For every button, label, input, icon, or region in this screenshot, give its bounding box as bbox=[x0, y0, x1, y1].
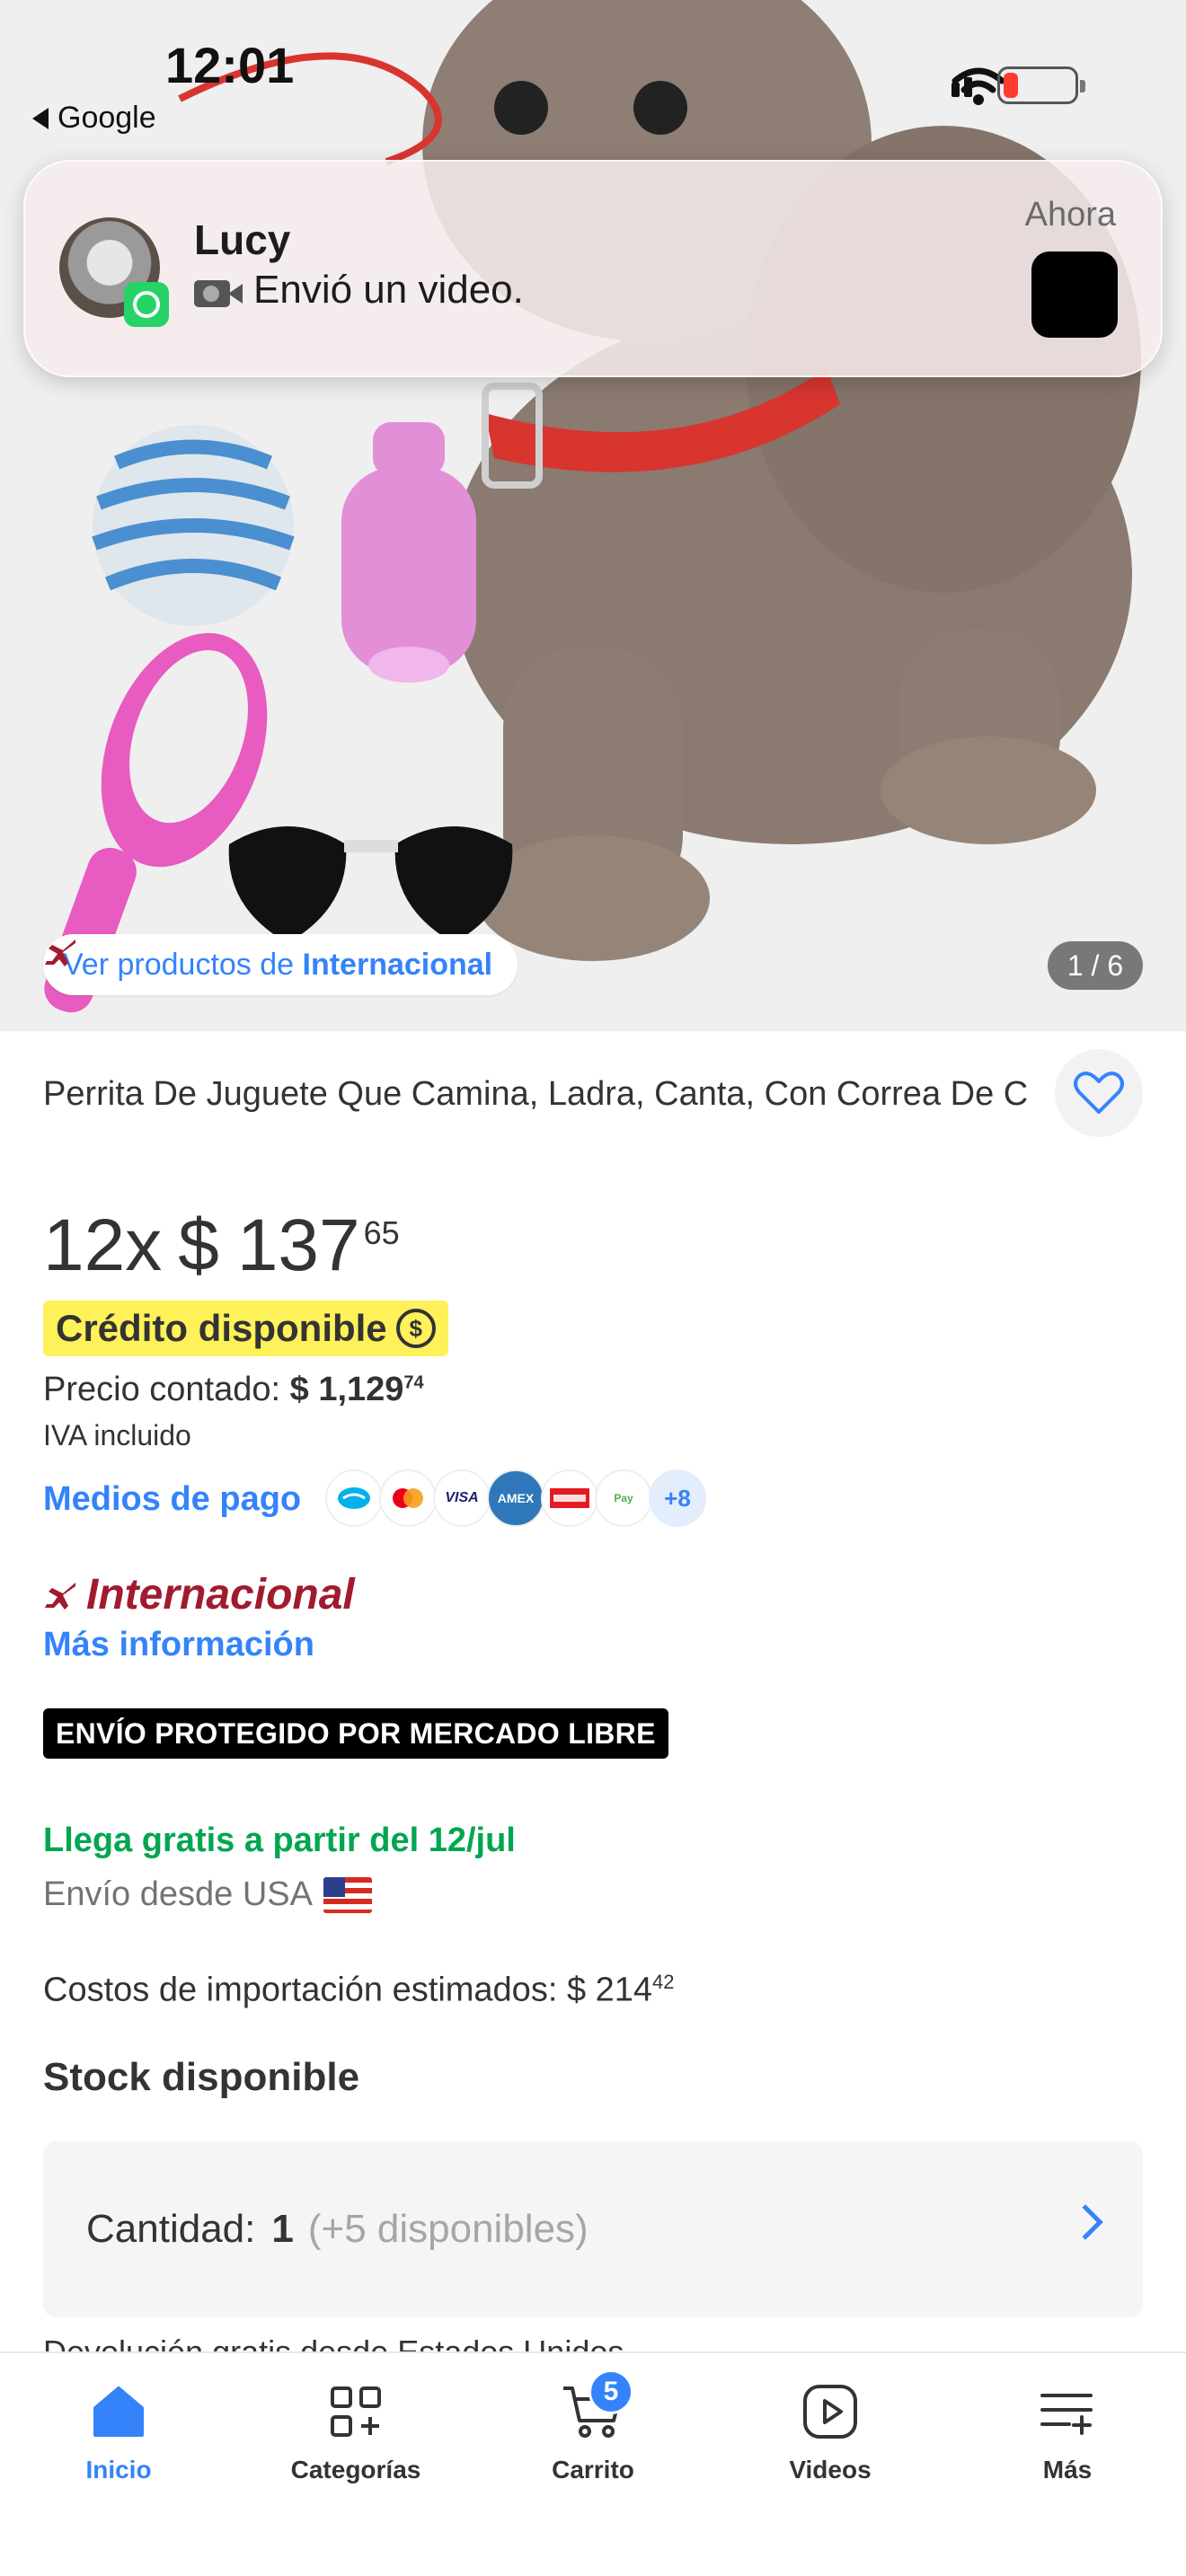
amex-icon: AMEX bbox=[487, 1469, 544, 1527]
more-payment-methods: +8 bbox=[649, 1469, 706, 1527]
seller-link-name: Internacional bbox=[302, 947, 493, 982]
nav-label: Carrito bbox=[552, 2456, 634, 2483]
status-time: 12:01 bbox=[165, 37, 295, 93]
back-label: Google bbox=[58, 101, 156, 135]
store-brand-name: Internacional bbox=[86, 1571, 355, 1619]
cash-price-value: $ 1,129 bbox=[289, 1371, 404, 1408]
status-icons bbox=[951, 66, 1085, 105]
import-costs: Costos de importación estimados: $ 21442 bbox=[43, 1971, 675, 2010]
cash-price-label: Precio contado: bbox=[43, 1371, 281, 1408]
paycash-icon: Pay bbox=[595, 1469, 652, 1527]
more-menu-icon bbox=[1036, 2380, 1099, 2443]
home-icon bbox=[87, 2380, 150, 2443]
quantity-selector[interactable]: Cantidad: 1 (+5 disponibles) bbox=[43, 2141, 1143, 2317]
cash-price: Precio contado: $ 1,12974 bbox=[43, 1371, 424, 1409]
nav-videos[interactable]: Videos bbox=[740, 2380, 920, 2576]
installment-amount: 137 bbox=[236, 1204, 360, 1286]
nav-label: Categorías bbox=[290, 2456, 421, 2483]
favorite-button[interactable] bbox=[1055, 1049, 1143, 1137]
payment-methods-icons[interactable]: VISA AMEX Pay +8 bbox=[325, 1469, 706, 1527]
credit-badge-label: Crédito disponible bbox=[56, 1307, 387, 1349]
notification-time: Ahora bbox=[1024, 196, 1116, 234]
store-brand: Internacional bbox=[43, 1570, 355, 1619]
product-image-gallery[interactable]: 12:01 Google Lucy Envió un video. Ahora bbox=[0, 0, 1186, 1031]
nav-label: Videos bbox=[789, 2456, 872, 2483]
battery-icon bbox=[997, 66, 1085, 104]
nav-mas[interactable]: Más bbox=[978, 2380, 1157, 2576]
more-info-link[interactable]: Más información bbox=[43, 1626, 314, 1664]
notification-sender: Lucy bbox=[194, 216, 291, 263]
video-camera-icon bbox=[194, 271, 243, 309]
play-icon bbox=[799, 2380, 862, 2443]
nav-label: Inicio bbox=[85, 2456, 152, 2483]
quantity-available: (+5 disponibles) bbox=[307, 2207, 589, 2251]
protected-shipping-badge: ENVÍO PROTEGIDO POR MERCADO LIBRE bbox=[43, 1708, 668, 1759]
tax-note: IVA incluido bbox=[43, 1419, 191, 1451]
credit-badge[interactable]: Crédito disponible $ bbox=[43, 1301, 448, 1356]
mercado-pago-icon bbox=[325, 1469, 383, 1527]
currency-symbol: $ bbox=[178, 1204, 219, 1286]
notification-text: Envió un video. bbox=[253, 268, 524, 312]
import-costs-label: Costos de importación estimados: bbox=[43, 1971, 558, 2009]
import-costs-value: $ 214 bbox=[566, 1971, 653, 2009]
airplane-icon bbox=[45, 940, 75, 966]
product-photo bbox=[0, 0, 1186, 1031]
usa-flag-icon bbox=[323, 1876, 372, 1913]
ship-from-label: Envío desde USA bbox=[43, 1875, 313, 1913]
seller-products-link[interactable]: Ver productos de Internacional bbox=[43, 934, 518, 995]
product-title: Perrita De Juguete Que Camina, Ladra, Ca… bbox=[43, 1075, 1029, 1113]
nav-categorias[interactable]: Categorías bbox=[266, 2380, 446, 2576]
cart-icon: 5 bbox=[562, 2369, 633, 2443]
dollar-coin-icon: $ bbox=[395, 1309, 436, 1348]
categories-icon bbox=[324, 2380, 387, 2443]
installment-cents: 65 bbox=[363, 1214, 400, 1251]
notification-banner[interactable]: Lucy Envió un video. Ahora bbox=[23, 160, 1163, 377]
visa-icon: VISA bbox=[433, 1469, 491, 1527]
video-thumbnail bbox=[1031, 251, 1118, 338]
heart-icon bbox=[1074, 1072, 1124, 1114]
mastercard-icon bbox=[379, 1469, 437, 1527]
back-arrow-icon bbox=[32, 107, 49, 129]
notification-message: Envió un video. bbox=[194, 268, 524, 313]
nav-carrito[interactable]: 5 Carrito bbox=[503, 2369, 683, 2576]
installments-count: 12x bbox=[43, 1204, 163, 1286]
ship-from: Envío desde USA bbox=[43, 1875, 372, 1914]
chevron-right-icon bbox=[1067, 2204, 1103, 2240]
stock-status: Stock disponible bbox=[43, 2055, 360, 2099]
payment-methods-link[interactable]: Medios de pago bbox=[43, 1480, 301, 1519]
nav-inicio[interactable]: Inicio bbox=[29, 2380, 208, 2576]
nav-label: Más bbox=[1042, 2456, 1093, 2483]
import-costs-cents: 42 bbox=[652, 1971, 675, 1993]
oxxo-icon bbox=[541, 1469, 598, 1527]
image-counter: 1 / 6 bbox=[1048, 941, 1143, 990]
cash-price-cents: 74 bbox=[403, 1372, 424, 1393]
airplane-icon bbox=[45, 1582, 75, 1610]
installment-price: 12x $ 137 65 bbox=[43, 1204, 400, 1288]
whatsapp-icon bbox=[124, 282, 169, 327]
seller-link-prefix: Ver productos de bbox=[63, 947, 303, 982]
quantity-value: 1 bbox=[271, 2207, 294, 2251]
bottom-navigation: Inicio Categorías 5 Carrito Videos Más bbox=[0, 2351, 1186, 2576]
cart-count-badge: 5 bbox=[589, 2369, 633, 2414]
quantity-label: Cantidad: bbox=[86, 2207, 256, 2251]
back-to-google[interactable]: Google bbox=[32, 101, 156, 136]
arrival-date: Llega gratis a partir del 12/jul bbox=[43, 1822, 516, 1859]
